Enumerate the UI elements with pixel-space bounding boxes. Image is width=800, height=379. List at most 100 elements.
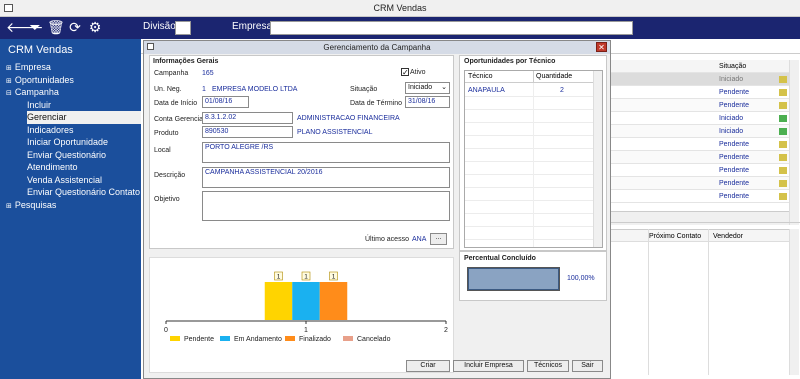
grid-scrollbar[interactable] [789,60,799,225]
grid-row[interactable]: Pendente [609,86,790,99]
ativo-checkbox[interactable]: ✓ [401,68,409,77]
lower-grid-header: Próximo Contato Vendedor [608,229,790,242]
situacao-label: Situação [350,86,378,93]
legend-swatch [285,336,295,341]
sidebar-item[interactable]: Venda Assistencial [27,174,141,187]
data-termino-label: Data de Término [350,100,403,107]
flag-icon [779,154,787,161]
situacao-select[interactable]: Iniciado ⌄ [405,82,450,94]
un-neg-label: Un. Neg. [154,86,182,93]
objetivo-field[interactable] [202,191,450,221]
col-quantidade: Quantidade [536,73,573,80]
sidebar-item[interactable]: Enviar Questionário Contato [27,186,141,199]
tecnicos-button[interactable]: Técnicos [527,360,569,372]
sidebar-item[interactable]: Pesquisas [6,199,141,212]
local-label: Local [154,147,171,154]
sidebar-item[interactable]: Iniciar Oportunidade [27,136,141,149]
grid-row[interactable]: Pendente [609,151,790,164]
trash-icon[interactable]: 🗑 [47,20,65,36]
data-inicio-field[interactable]: 01/08/16 [202,96,249,108]
percentual-value: 100,00% [567,275,595,282]
back-arrow-icon[interactable]: 🡐 [6,20,44,36]
flag-icon [779,76,787,83]
chart-data-label: 1 [304,274,308,281]
oportunidades-table: Técnico Quantidade ANAPAULA 2 [464,70,603,248]
grid-row[interactable]: Iniciado [609,112,790,125]
status-chart: 0 1 2 1 1 1 Pendente Em Andamento Finalizado Canc… [164,271,448,343]
produto-field[interactable]: 890530 [202,126,293,138]
dialog-title: Gerenciamento da Campanha [323,43,431,52]
incluir-empresa-button[interactable]: Incluir Empresa [453,360,524,372]
sidebar-item[interactable]: Indicadores [27,124,141,137]
un-neg-code: 1 [202,86,206,93]
grid-situacao-cell: Iniciado [719,115,744,122]
grid-situacao-cell: Pendente [719,89,749,96]
descricao-label: Descrição [154,172,186,179]
chart-bar-em-andamento [292,282,320,320]
grid-row[interactable]: Pendente [609,99,790,112]
criar-button[interactable]: Criar [406,360,450,372]
campaign-grid: Situação Iniciado Pendente Pendente Iniciad… [608,60,790,203]
flag-icon [779,115,787,122]
sair-button[interactable]: Sair [572,360,603,372]
grid-header-situacao: Situação [719,63,747,70]
data-termino-field[interactable]: 31/08/16 [405,96,450,108]
chevron-down-icon: ⌄ [441,83,447,91]
oportunidades-section-title: Oportunidades por Técnico [464,58,556,65]
window-system-icon[interactable] [4,4,13,12]
ultimo-acesso-value: ANA [412,236,427,243]
chart-tick-label: 1 [304,327,308,334]
legend-swatch [170,336,180,341]
dialog-titlebar: Gerenciamento da Campanha ✕ [144,41,610,54]
quantidade-cell[interactable]: 2 [560,87,564,94]
campaign-dialog: Gerenciamento da Campanha ✕ Informações … [143,40,611,379]
sidebar-item[interactable]: Incluir [27,99,141,112]
grid-row[interactable]: Iniciado [609,73,790,86]
produto-label: Produto [154,130,179,137]
grid-situacao-cell: Iniciado [719,76,744,83]
grid-row[interactable]: Pendente [609,138,790,151]
sidebar-title: CRM Vendas [8,44,73,56]
chart-data-label: 1 [332,274,336,281]
legend-label: Finalizado [299,336,331,343]
divisao-input[interactable] [175,21,191,35]
grid-row[interactable]: Pendente [609,190,790,203]
sidebar-item[interactable]: Oportunidades [6,74,141,87]
close-button[interactable]: ✕ [596,42,607,52]
legend-label: Pendente [184,336,214,343]
campanha-label: Campanha [154,70,189,77]
produto-name: PLANO ASSISTENCIAL [297,129,373,136]
refresh-icon[interactable]: ⟳ [67,20,83,36]
ellipsis-button[interactable]: ... [430,233,447,245]
grid-row[interactable]: Pendente [609,177,790,190]
grid-row[interactable]: Pendente [609,164,790,177]
dialog-system-icon[interactable] [147,43,154,50]
header-proximo-contato: Próximo Contato [649,233,702,240]
descricao-field[interactable]: CAMPANHA ASSISTENCIAL 20/2016 [202,167,450,188]
lower-grid-scrollbar[interactable] [789,229,799,375]
sidebar-item[interactable]: Atendimento [27,161,141,174]
sidebar-item[interactable]: Empresa [6,61,141,74]
local-field[interactable]: PORTO ALEGRE /RS [202,142,450,163]
gear-icon[interactable]: ⚙ [87,20,103,36]
legend-label: Cancelado [357,336,391,343]
sidebar-item[interactable]: Campanha [6,86,141,99]
conta-gerencial-name: ADMINISTRACAO FINANCEIRA [297,115,400,122]
sidebar-item[interactable]: Enviar Questionário [27,149,141,162]
grid-situacao-cell: Pendente [719,167,749,174]
grid-row[interactable]: Iniciado [609,125,790,138]
conta-gerencial-field[interactable]: 8.3.1.2.02 [202,112,293,124]
grid-situacao-cell: Pendente [719,180,749,187]
tecnico-cell[interactable]: ANAPAULA [468,87,505,94]
window-title: CRM Vendas [373,3,427,13]
empresa-label: Empresa [232,21,273,32]
filter-icon[interactable]: ⏷ [27,20,43,36]
info-section-title: Informações Gerais [153,58,219,65]
info-panel: Informações Gerais Campanha 165 ✓ Ativo … [149,55,454,249]
sidebar-item[interactable]: Gerenciar [27,111,141,124]
col-tecnico: Técnico [468,73,493,80]
empresa-input[interactable] [270,21,633,35]
flag-icon [779,89,787,96]
legend-swatch [343,336,353,341]
oportunidades-scrollbar[interactable] [593,71,602,247]
